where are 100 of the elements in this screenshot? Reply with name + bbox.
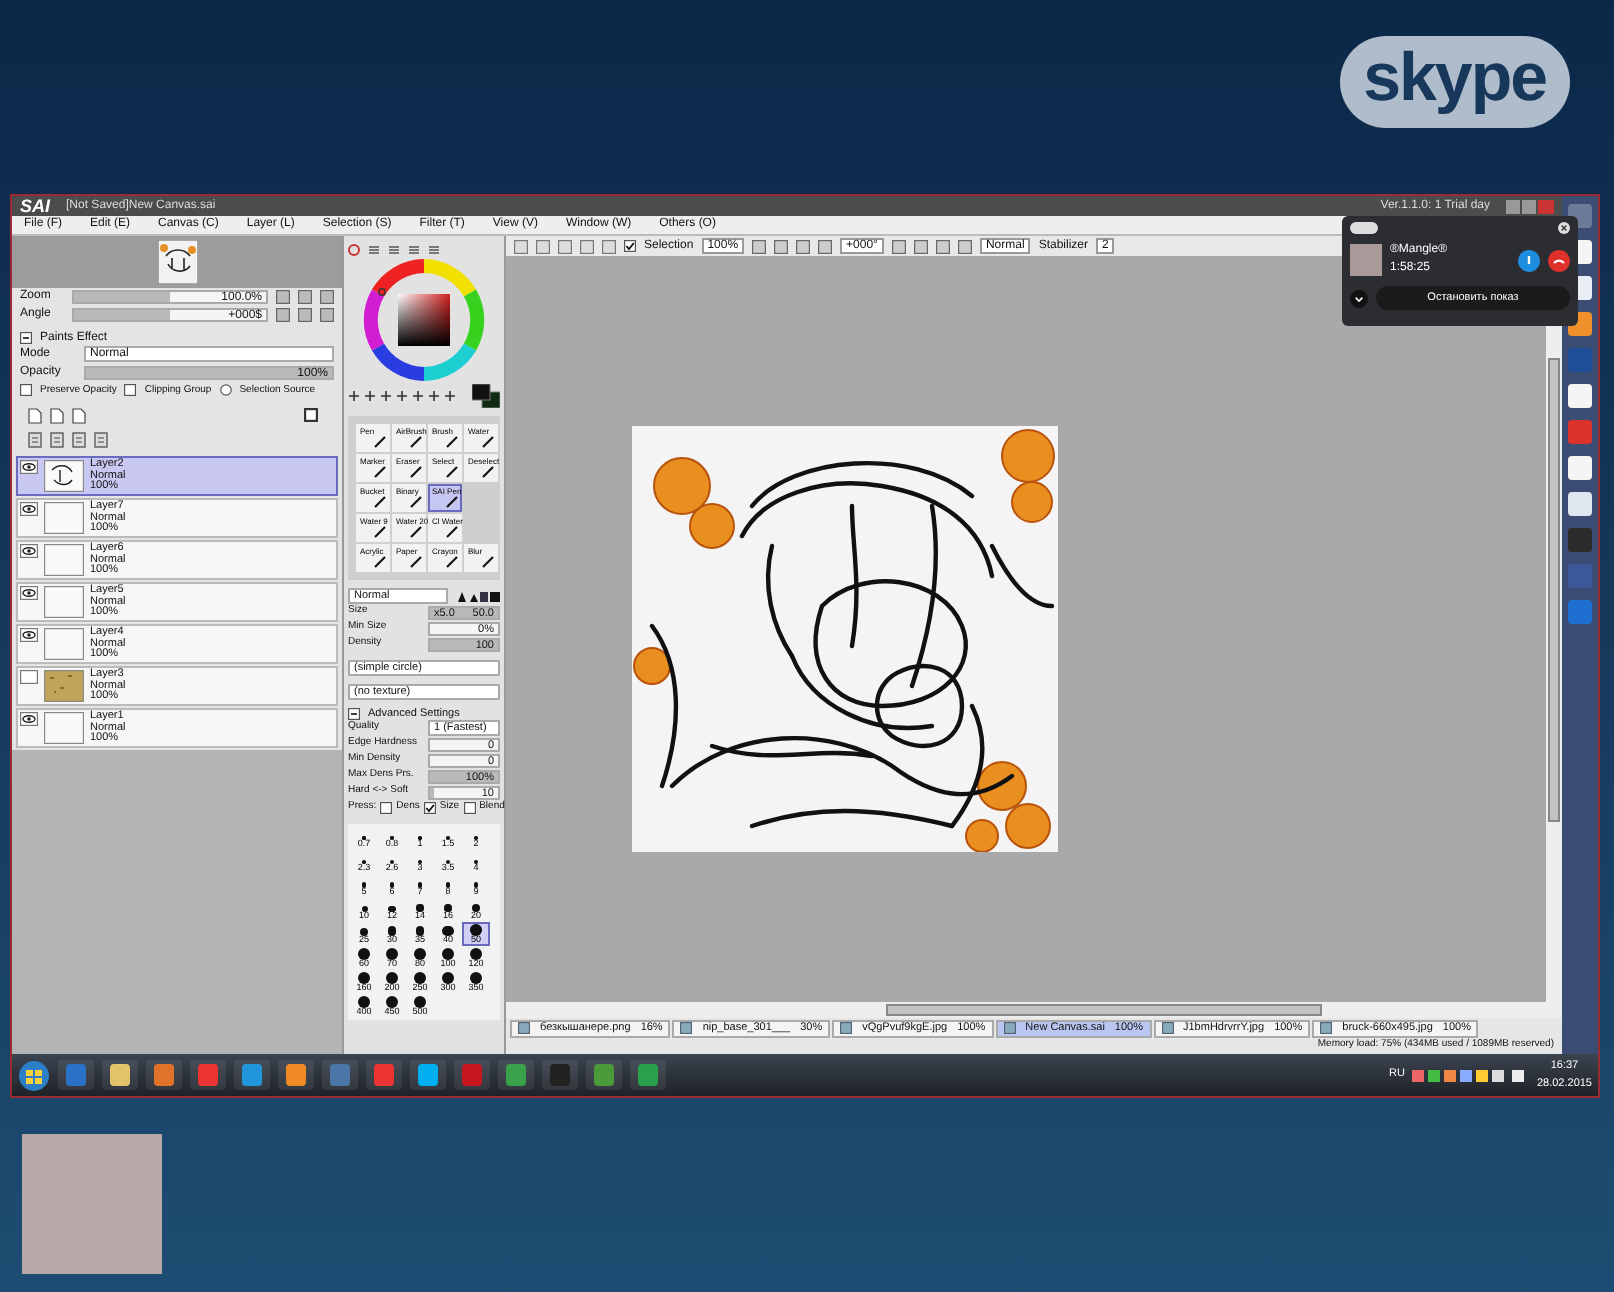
horizontal-scrollbar[interactable] [506, 1002, 1562, 1018]
brush-dot-icon [386, 995, 398, 1008]
checkbox[interactable] [124, 384, 137, 397]
brush-dot-icon [361, 882, 367, 888]
hang-up-button[interactable] [1548, 249, 1570, 271]
checkbox[interactable] [423, 802, 436, 815]
brush-dot-icon [358, 971, 370, 984]
collapse-box-icon[interactable] [348, 708, 360, 721]
photo-placeholder [22, 1134, 162, 1274]
brush-dot-icon [470, 924, 482, 936]
brush-dot-icon [386, 971, 398, 984]
chevron-down-button[interactable] [1350, 289, 1368, 308]
pen-icon [374, 526, 386, 538]
brush-dot-icon [415, 925, 425, 936]
brush-dot-icon [442, 971, 454, 984]
layer-thumbnail [44, 543, 84, 576]
move-icon[interactable] [396, 390, 408, 402]
pen-icon [410, 526, 422, 538]
file-icon [1320, 1022, 1333, 1034]
brush-dot-icon [445, 882, 451, 888]
radio-button[interactable] [219, 384, 232, 397]
visibility-toggle[interactable] [20, 585, 38, 600]
collapse-box-icon[interactable] [20, 332, 32, 345]
pen-icon [410, 436, 422, 448]
pen-icon [410, 556, 422, 568]
brush-dot-icon [416, 904, 424, 912]
visibility-toggle[interactable] [20, 543, 38, 558]
close-icon[interactable] [1558, 222, 1570, 234]
pen-icon [374, 496, 386, 508]
brush-dot-icon [387, 926, 397, 936]
pen-icon [374, 436, 386, 448]
visibility-toggle[interactable] [20, 501, 38, 516]
pen-icon [410, 496, 422, 508]
file-icon [840, 1022, 853, 1034]
visibility-toggle[interactable] [20, 669, 38, 684]
tray-icons[interactable] [1412, 1067, 1529, 1083]
pen-icon [374, 556, 386, 568]
brush-dot-icon [442, 925, 454, 936]
pen-icon [410, 466, 422, 478]
visibility-toggle[interactable] [20, 711, 38, 726]
color-swatch-icon[interactable] [472, 384, 500, 408]
checkbox[interactable] [380, 802, 393, 815]
brush-shape-icons[interactable] [456, 590, 500, 602]
new-layer-icon[interactable] [28, 407, 42, 424]
canvas-thumbnail [157, 240, 197, 284]
brush-dot-icon [414, 947, 426, 960]
merge-layer-icon[interactable] [50, 431, 64, 448]
file-icon [518, 1022, 530, 1034]
brush-dot-icon [473, 859, 479, 864]
start-button-icon[interactable] [18, 1059, 50, 1091]
layer-thumbnail [44, 627, 84, 660]
pen-icon [482, 436, 494, 448]
scratch-pad-tab-icon[interactable] [428, 244, 440, 256]
brush-dot-icon [472, 903, 480, 912]
caller-avatar [1350, 244, 1382, 276]
brush-dot-icon [442, 947, 454, 960]
copy-layer-icon[interactable] [28, 431, 42, 448]
brush-dot-icon [414, 995, 426, 1008]
visibility-toggle[interactable] [20, 459, 38, 474]
brush-dot-icon [473, 881, 479, 888]
brush-dot-icon [389, 882, 395, 888]
window-controls-icon[interactable] [1506, 199, 1554, 213]
brush-dot-icon [361, 905, 367, 912]
skype-logo-icon [1350, 222, 1378, 234]
brush-dot-icon [444, 904, 452, 912]
color-wheel[interactable] [362, 258, 486, 382]
layer-thumbnail [44, 669, 84, 702]
brush-dot-icon [359, 927, 369, 936]
pen-icon [446, 496, 458, 508]
pen-icon [482, 556, 494, 568]
layer-thumbnail [44, 585, 84, 618]
pen-icon [374, 466, 386, 478]
hsv-slider-tab-icon[interactable] [388, 244, 400, 256]
skype-logo: skype [1339, 36, 1570, 128]
brush-dot-icon [414, 971, 426, 984]
swatch-tab-icon[interactable] [408, 244, 420, 256]
checkbox[interactable] [624, 240, 636, 252]
color-wheel-tab-icon[interactable] [348, 244, 360, 256]
microphone-button[interactable] [1518, 249, 1540, 271]
clear-layer-icon[interactable] [72, 431, 86, 448]
trash-icon[interactable] [94, 431, 108, 448]
pen-icon [446, 556, 458, 568]
app-icon[interactable] [630, 1060, 666, 1090]
brush-dot-icon [445, 859, 451, 864]
layer-thumbnail [44, 501, 84, 534]
file-icon [1003, 1022, 1016, 1034]
pen-icon [446, 526, 458, 538]
brush-dot-icon [470, 971, 482, 984]
checkbox[interactable] [20, 384, 32, 397]
layer-thumbnail [44, 459, 84, 492]
layer-thumbnail [44, 711, 84, 744]
new-set-icon[interactable] [50, 407, 64, 424]
app-logo: SAI [20, 195, 51, 217]
brush-dot-icon [417, 882, 423, 888]
brush-dot-icon [470, 947, 482, 960]
visibility-toggle[interactable] [20, 627, 38, 642]
file-icon [680, 1022, 693, 1034]
pen-icon [446, 436, 458, 448]
checkbox[interactable] [463, 802, 476, 815]
rgb-slider-tab-icon[interactable] [368, 244, 380, 256]
